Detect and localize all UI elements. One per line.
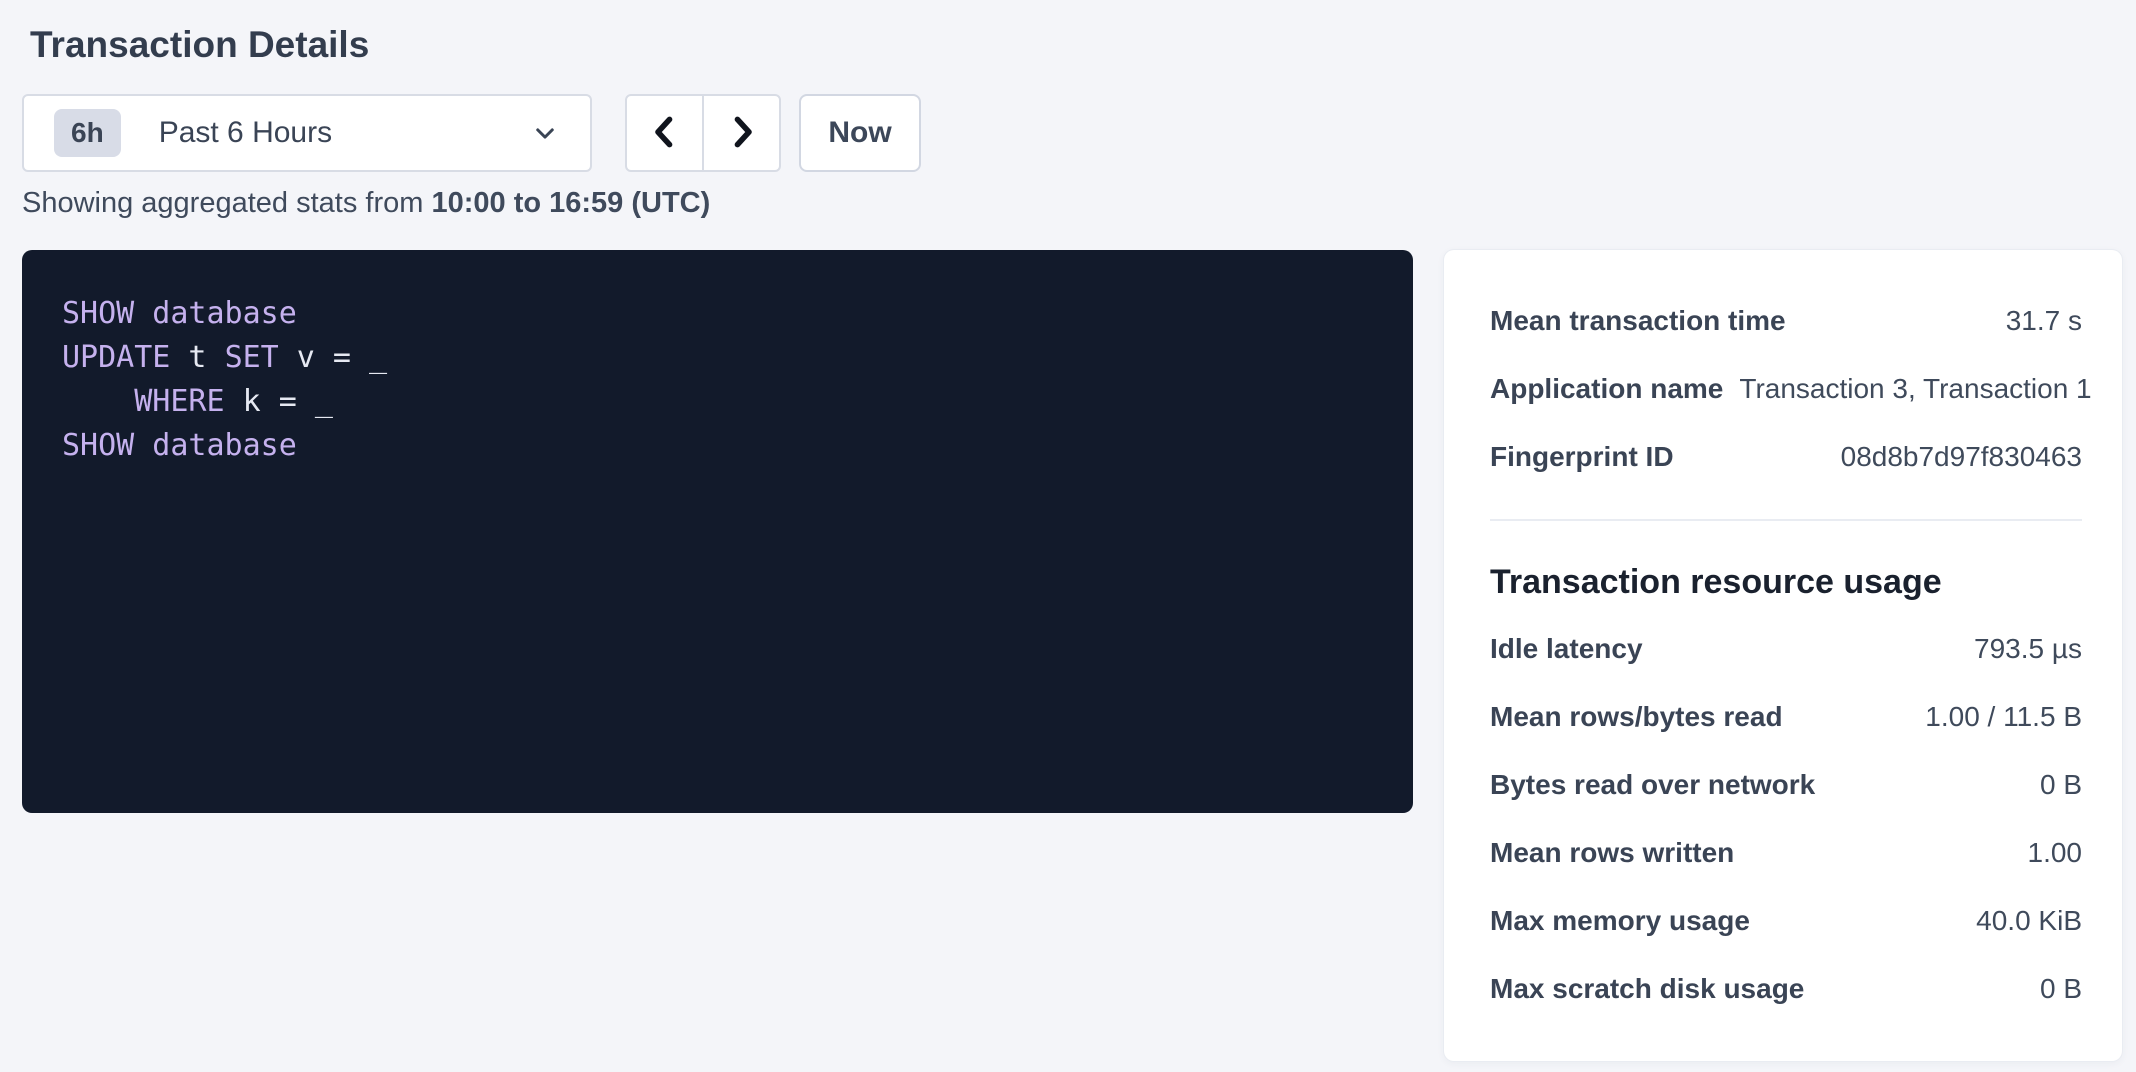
previous-range-button[interactable] — [627, 96, 704, 170]
stat-value: 793.5 µs — [1974, 633, 2082, 665]
stat-value: 08d8b7d97f830463 — [1841, 441, 2082, 473]
details-panel: Mean transaction time 31.7 s Application n… — [1444, 250, 2122, 1061]
stat-value: 1.00 / 11.5 B — [1925, 701, 2082, 733]
stat-label: Max scratch disk usage — [1490, 973, 1804, 1005]
page-title: Transaction Details — [30, 22, 2122, 68]
aggregated-stats-caption: Showing aggregated stats from 10:00 to 1… — [22, 184, 2122, 222]
stat-row: Idle latency 793.5 µs — [1490, 615, 2082, 683]
stat-row: Bytes read over network 0 B — [1490, 751, 2082, 819]
stat-label: Application name — [1490, 373, 1723, 405]
stat-value: 0 B — [2040, 769, 2082, 801]
next-range-button[interactable] — [704, 96, 779, 170]
sql-statement-text: SHOW database UPDATE t SET v = _ WHERE k… — [62, 292, 1373, 468]
stat-row: Fingerprint ID 08d8b7d97f830463 — [1490, 423, 2082, 491]
stat-row: Mean rows written 1.00 — [1490, 819, 2082, 887]
stat-label: Fingerprint ID — [1490, 441, 1674, 473]
panel-divider — [1490, 519, 2082, 521]
resource-usage-stats: Idle latency 793.5 µs Mean rows/bytes read… — [1490, 615, 2082, 1023]
stat-label: Mean rows written — [1490, 837, 1734, 869]
stat-row: Mean rows/bytes read 1.00 / 11.5 B — [1490, 683, 2082, 751]
time-controls: 6h Past 6 Hours — [22, 94, 2122, 172]
stat-value: 40.0 KiB — [1976, 905, 2082, 937]
resource-usage-heading: Transaction resource usage — [1490, 561, 2082, 603]
stat-label: Max memory usage — [1490, 905, 1750, 937]
stat-value: 31.7 s — [2006, 305, 2082, 337]
caption-time-range: 10:00 to 16:59 (UTC) — [431, 187, 710, 219]
now-button[interactable]: Now — [799, 94, 921, 172]
sql-statement-box: SHOW database UPDATE t SET v = _ WHERE k… — [22, 250, 1413, 813]
time-step-buttons — [625, 94, 781, 172]
stat-label: Idle latency — [1490, 633, 1643, 665]
chevron-down-icon — [530, 118, 560, 148]
stat-row: Max scratch disk usage 0 B — [1490, 955, 2082, 1023]
time-range-badge: 6h — [54, 109, 121, 157]
stat-row: Application nameTransaction 3, Transacti… — [1490, 355, 2082, 423]
stat-label: Mean transaction time — [1490, 305, 1786, 337]
chevron-right-icon — [721, 111, 763, 156]
summary-stats: Mean transaction time 31.7 s Application n… — [1490, 287, 2082, 491]
caption-prefix: Showing aggregated stats from — [22, 187, 431, 219]
chevron-left-icon — [644, 111, 686, 156]
stat-value: 0 B — [2040, 973, 2082, 1005]
stat-value: 1.00 — [2028, 837, 2083, 869]
time-range-label: Past 6 Hours — [159, 116, 530, 150]
transaction-details-page: Transaction Details 6h Past 6 Hours — [0, 0, 2136, 1061]
stat-row: Mean transaction time 31.7 s — [1490, 287, 2082, 355]
time-range-picker[interactable]: 6h Past 6 Hours — [22, 94, 592, 172]
stat-value: Transaction 3, Transaction 1 — [1739, 373, 2091, 405]
stat-label: Bytes read over network — [1490, 769, 1815, 801]
stat-row: Max memory usage 40.0 KiB — [1490, 887, 2082, 955]
stat-label: Mean rows/bytes read — [1490, 701, 1783, 733]
main-content: SHOW database UPDATE t SET v = _ WHERE k… — [22, 250, 2122, 1061]
